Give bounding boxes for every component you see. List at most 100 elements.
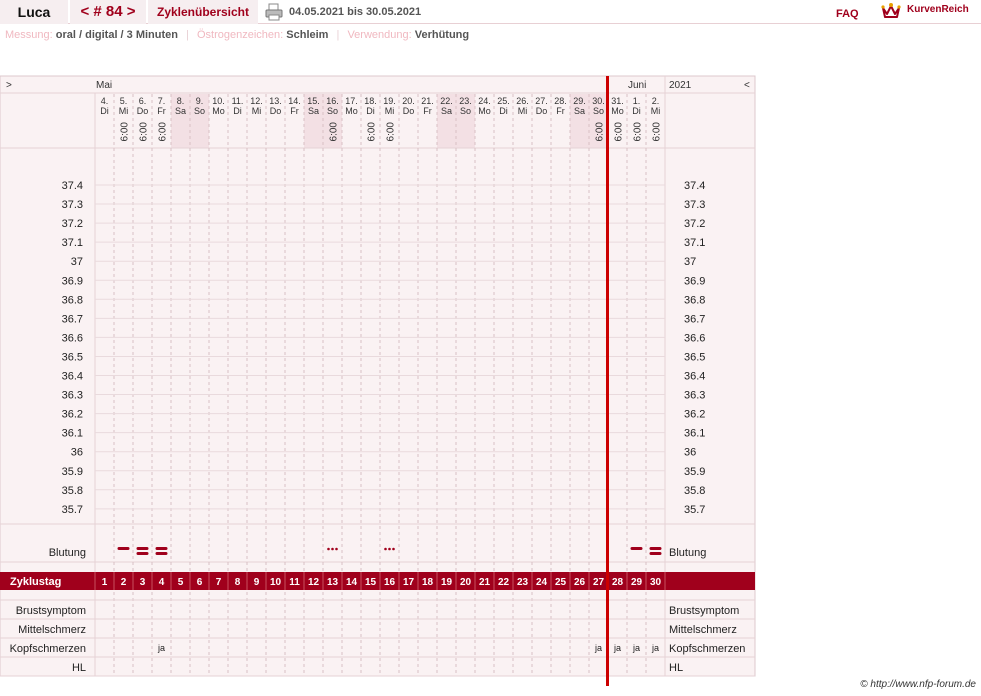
temperature-tick-right: 37.4 [684, 180, 705, 192]
temperature-tick-left: 36.2 [62, 409, 83, 421]
bleeding-mark-spotting [331, 547, 334, 551]
symptom-value: ja [157, 643, 165, 653]
day-date: 1. [633, 96, 641, 106]
temperature-tick-left: 36.4 [62, 371, 83, 383]
day-date: 18. [364, 96, 377, 106]
cycle-day-number: 19 [441, 577, 453, 588]
day-date: 14. [288, 96, 301, 106]
year-label: 2021 [669, 80, 692, 91]
month-label-june: Juni [628, 80, 646, 91]
bleeding-label-right: Blutung [669, 547, 706, 559]
temperature-tick-right: 36.6 [684, 332, 705, 344]
temperature-tick-left: 35.9 [62, 466, 83, 478]
day-date: 27. [535, 96, 548, 106]
day-date: 21. [421, 96, 434, 106]
prev-cycle-arrow[interactable]: > [6, 80, 12, 91]
day-weekday: Di [632, 106, 641, 116]
temperature-tick-right: 35.9 [684, 466, 705, 478]
temperature-tick-right: 36.2 [684, 409, 705, 421]
bleeding-label-left: Blutung [49, 547, 86, 559]
day-weekday: Di [233, 106, 242, 116]
day-weekday: Mi [385, 106, 395, 116]
temperature-tick-left: 37.2 [62, 218, 83, 230]
day-date: 20. [402, 96, 415, 106]
cycle-day-number: 23 [517, 577, 529, 588]
symptom-label-left: Brustsymptom [16, 605, 86, 617]
measurement-time: 6:00 [139, 122, 150, 142]
day-weekday: Mo [611, 106, 624, 116]
temperature-tick-right: 37.2 [684, 218, 705, 230]
day-date: 26. [516, 96, 529, 106]
symptom-value: ja [632, 643, 640, 653]
day-date: 2. [652, 96, 660, 106]
footer-copyright: © http://www.nfp-forum.de [860, 679, 976, 690]
temperature-tick-left: 36.3 [62, 390, 83, 402]
temperature-tick-right: 36.8 [684, 294, 705, 306]
day-date: 5. [120, 96, 128, 106]
day-weekday: Sa [175, 106, 186, 116]
temperature-tick-right: 37.3 [684, 199, 705, 211]
day-date: 17. [345, 96, 358, 106]
temperature-tick-left: 36.6 [62, 332, 83, 344]
temperature-tick-left: 35.7 [62, 504, 83, 516]
bleeding-mark-light [630, 547, 643, 550]
day-weekday: Mi [518, 106, 528, 116]
day-weekday: Fr [556, 106, 565, 116]
day-weekday: Fr [423, 106, 432, 116]
temperature-tick-left: 36.8 [62, 294, 83, 306]
day-date: 16. [326, 96, 339, 106]
bleeding-mark-strong [155, 547, 168, 550]
day-date: 8. [177, 96, 185, 106]
cycle-day-number: 4 [159, 577, 165, 588]
measurement-time: 6:00 [158, 122, 169, 142]
temperature-tick-left: 37.3 [62, 199, 83, 211]
cycle-day-number: 27 [593, 577, 605, 588]
cycle-day-number: 11 [289, 577, 300, 588]
day-date: 28. [554, 96, 567, 106]
symptom-label-left: Kopfschmerzen [10, 643, 86, 655]
day-date: 12. [250, 96, 263, 106]
day-weekday: Mo [212, 106, 225, 116]
cycle-day-number: 21 [479, 577, 491, 588]
day-date: 7. [158, 96, 166, 106]
day-date: 30. [592, 96, 605, 106]
temperature-tick-right: 37 [684, 256, 696, 268]
measurement-time: 6:00 [120, 122, 131, 142]
temperature-tick-left: 35.8 [62, 485, 83, 497]
temperature-tick-right: 37.1 [684, 237, 705, 249]
day-date: 25. [497, 96, 510, 106]
symptom-label-right: Kopfschmerzen [669, 643, 745, 655]
cycle-day-number: 15 [365, 577, 377, 588]
cycle-day-number: 17 [403, 577, 415, 588]
cycle-day-number: 28 [612, 577, 624, 588]
cycle-day-label: Zyklustag [10, 576, 61, 588]
cycle-day-number: 1 [102, 577, 108, 588]
cycle-day-number: 13 [327, 577, 339, 588]
day-date: 22. [440, 96, 453, 106]
next-cycle-arrow[interactable]: < [744, 80, 750, 91]
temperature-tick-left: 37 [71, 256, 83, 268]
day-weekday: Do [270, 106, 282, 116]
day-date: 10. [212, 96, 225, 106]
day-date: 29. [573, 96, 586, 106]
day-date: 4. [101, 96, 109, 106]
temperature-tick-right: 35.7 [684, 504, 705, 516]
cycle-day-number: 20 [460, 577, 472, 588]
day-weekday: Mi [252, 106, 262, 116]
cycle-day-number: 29 [631, 577, 643, 588]
day-weekday: Di [100, 106, 109, 116]
measurement-time: 6:00 [652, 122, 663, 142]
day-weekday: Di [366, 106, 375, 116]
temperature-tick-right: 36.1 [684, 428, 705, 440]
day-date: 15. [307, 96, 320, 106]
day-weekday: Mi [651, 106, 661, 116]
measurement-time: 6:00 [633, 122, 644, 142]
measurement-time: 6:00 [614, 122, 625, 142]
cycle-day-number: 18 [422, 577, 434, 588]
cycle-day-number: 14 [346, 577, 358, 588]
cycle-day-number: 6 [197, 577, 203, 588]
day-weekday: Sa [308, 106, 319, 116]
day-weekday: Di [499, 106, 508, 116]
day-date: 31. [611, 96, 624, 106]
bleeding-mark-spotting [327, 547, 330, 551]
